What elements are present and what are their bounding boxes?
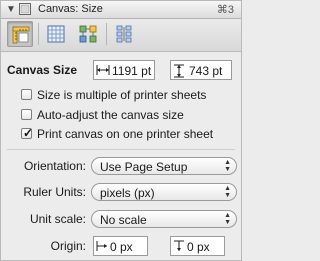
origin-x-value: 0 px <box>110 240 133 254</box>
height-arrow-icon <box>174 64 184 78</box>
layers-icon <box>79 25 97 43</box>
print-one-sheet-label: Print canvas on one printer sheet <box>37 127 214 141</box>
canvas-width-value: 1191 pt <box>112 64 152 78</box>
inspector-panel: ▼ Canvas: Size ⌘3 Canvas Size 1191 pt 74… <box>0 0 242 261</box>
disclosure-triangle-icon[interactable]: ▼ <box>6 4 16 15</box>
origin-y-arrow-icon <box>174 240 184 251</box>
canvas-height-field[interactable]: 743 pt <box>170 60 232 80</box>
divider <box>7 149 235 150</box>
tab-layers[interactable] <box>75 21 101 47</box>
canvas-height-value: 743 pt <box>189 64 223 78</box>
auto-adjust-label: Auto-adjust the canvas size <box>37 108 184 122</box>
layout-tree-icon <box>116 25 132 43</box>
unit-scale-label: Unit scale: <box>29 212 86 226</box>
tab-grid[interactable] <box>43 21 69 47</box>
canvas-width-field[interactable]: 1191 pt <box>93 60 155 80</box>
canvas-size-label: Canvas Size <box>7 63 78 77</box>
size-multiple-label: Size is multiple of printer sheets <box>37 88 207 102</box>
inspector-title: Canvas: Size <box>38 3 103 15</box>
unit-scale-value: No scale <box>100 213 147 227</box>
origin-x-arrow-icon <box>96 241 107 251</box>
inspector-shortcut: ⌘3 <box>216 4 234 16</box>
orientation-value: Use Page Setup <box>100 160 188 174</box>
unit-scale-popup[interactable]: No scale ▲ ▼ <box>91 210 237 228</box>
grid-icon <box>47 25 65 43</box>
origin-x-field[interactable]: 0 px <box>93 236 148 256</box>
size-multiple-checkbox[interactable] <box>21 89 32 100</box>
ruler-units-popup[interactable]: pixels (px) ▲ ▼ <box>91 183 237 201</box>
tab-layout[interactable] <box>111 21 137 47</box>
toolbar-separator <box>38 23 39 45</box>
orientation-label: Orientation: <box>23 159 86 173</box>
popup-arrows-icon: ▲ ▼ <box>224 159 231 173</box>
origin-y-value: 0 px <box>187 240 210 254</box>
ruler-units-label: Ruler Units: <box>23 185 86 199</box>
auto-adjust-checkbox[interactable] <box>21 109 32 120</box>
inspector-titlebar[interactable]: ▼ Canvas: Size ⌘3 <box>1 1 241 19</box>
ruler-units-value: pixels (px) <box>100 186 155 200</box>
print-one-sheet-checkbox[interactable]: ✓ <box>21 126 34 140</box>
popup-arrows-icon: ▲ ▼ <box>224 212 231 226</box>
canvas-icon <box>19 3 31 15</box>
origin-y-field[interactable]: 0 px <box>170 236 225 256</box>
inspector-toolbar <box>1 19 241 52</box>
tab-canvas-size[interactable] <box>7 21 33 47</box>
origin-label: Origin: <box>50 239 86 253</box>
width-arrow-icon <box>96 65 110 75</box>
popup-arrows-icon: ▲ ▼ <box>224 185 231 199</box>
checkmark-icon: ✓ <box>23 126 34 140</box>
ruler-tab-icon <box>12 26 30 44</box>
orientation-popup[interactable]: Use Page Setup ▲ ▼ <box>91 157 237 175</box>
toolbar-separator <box>106 23 107 45</box>
